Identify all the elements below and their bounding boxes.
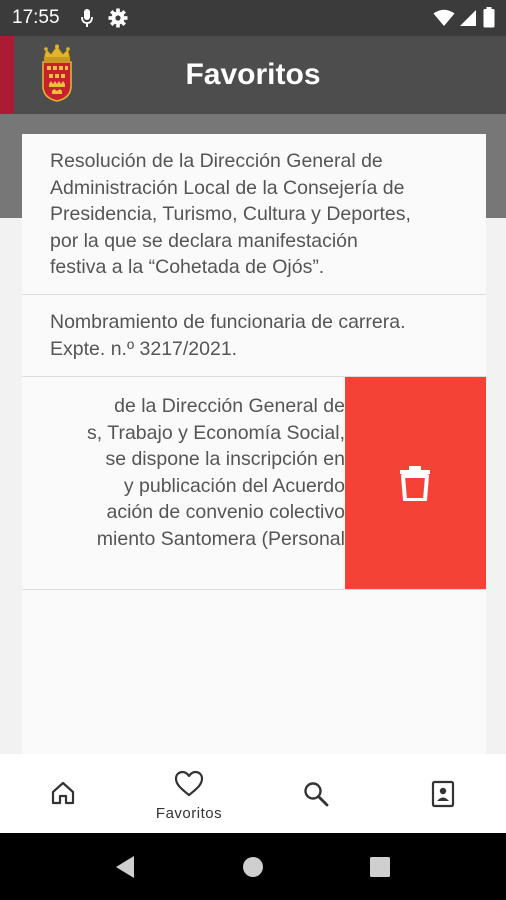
nav-home[interactable] bbox=[0, 754, 126, 833]
text-line: miento Santomera (Personal bbox=[96, 527, 345, 550]
text-line: s, Trabajo y Economía Social, bbox=[87, 421, 345, 444]
home-icon bbox=[51, 781, 75, 805]
text-line: y publicación del Acuerdo bbox=[123, 474, 345, 497]
delete-icon bbox=[400, 466, 430, 501]
contact-document-icon bbox=[431, 780, 455, 808]
nav-favoritos[interactable]: Favoritos bbox=[126, 754, 252, 833]
text-line: se dispone la inscripción en bbox=[105, 448, 345, 470]
nav-contact[interactable] bbox=[380, 754, 506, 833]
favorites-list: Resolución de la Dirección General de Ad… bbox=[22, 134, 486, 754]
recents-icon[interactable] bbox=[370, 857, 390, 877]
status-time: 17:55 bbox=[12, 7, 60, 28]
heart-icon bbox=[174, 770, 204, 797]
page-title: Favoritos bbox=[185, 58, 321, 91]
nav-favoritos-label: Favoritos bbox=[155, 805, 223, 822]
text-line: ación de convenio colectivo bbox=[106, 501, 346, 523]
list-item-text: Nombramiento de funcionaria de carrera. … bbox=[50, 311, 406, 360]
status-bar: 17:55 bbox=[0, 0, 506, 36]
nav-search[interactable] bbox=[253, 754, 379, 833]
home-circle-icon[interactable] bbox=[242, 856, 264, 878]
wifi-icon bbox=[433, 9, 455, 26]
list-item-swiped[interactable]: de la Dirección General de s, Trabajo y … bbox=[22, 377, 486, 590]
delete-button[interactable] bbox=[345, 377, 486, 589]
mic-icon bbox=[81, 9, 93, 27]
list-item[interactable]: Resolución de la Dirección General de Ad… bbox=[22, 134, 486, 295]
list-item[interactable]: Nombramiento de funcionaria de carrera. … bbox=[22, 295, 486, 377]
list-item-text: Resolución de la Dirección General de Ad… bbox=[50, 150, 411, 278]
settings-icon bbox=[108, 8, 128, 28]
signal-icon bbox=[460, 10, 476, 26]
back-icon[interactable] bbox=[114, 855, 136, 879]
bottom-navigation: Favoritos bbox=[0, 754, 506, 833]
system-navigation-bar bbox=[0, 833, 506, 900]
text-line: de la Dirección General de bbox=[114, 395, 345, 417]
list-item-text: de la Dirección General de s, Trabajo y … bbox=[22, 393, 345, 552]
battery-icon bbox=[483, 7, 495, 28]
app-bar: Favoritos bbox=[0, 36, 506, 114]
search-icon bbox=[304, 782, 329, 807]
